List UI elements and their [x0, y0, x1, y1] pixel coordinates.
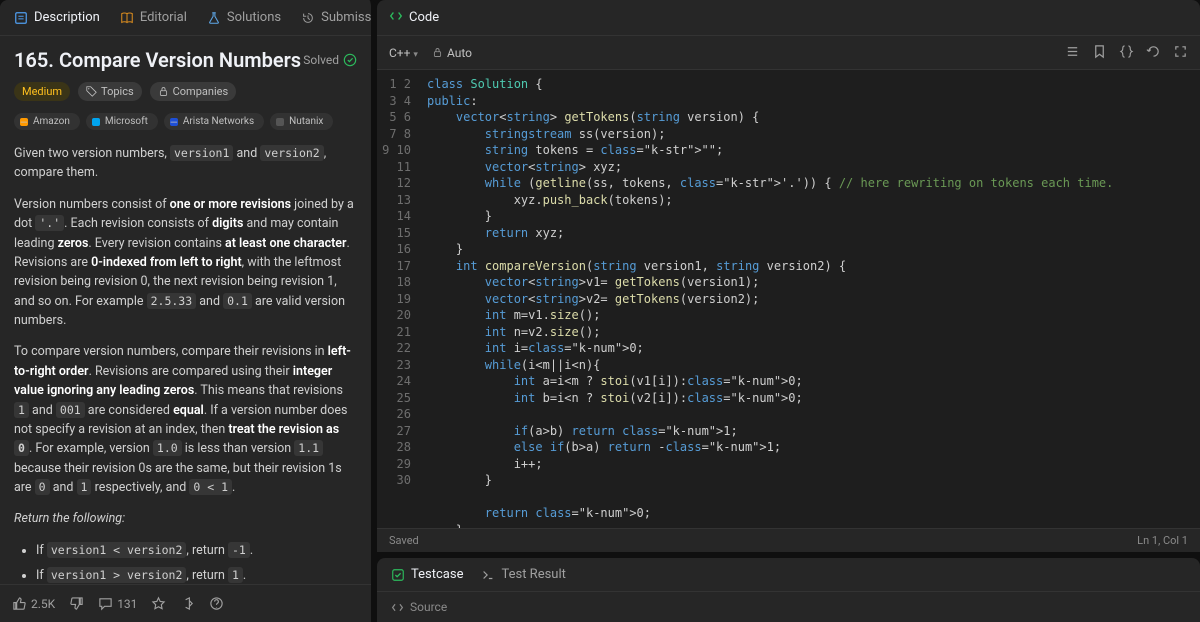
thumbs-up-icon [12, 596, 27, 611]
tab-solutions[interactable]: Solutions [199, 4, 289, 31]
help-button[interactable] [209, 596, 224, 611]
difficulty-badge: Medium [14, 82, 70, 101]
problem-panel: Description Editorial Solutions Submissi… [0, 0, 377, 622]
company-chip[interactable]: —Amazon [14, 113, 80, 130]
dislike-button[interactable] [69, 596, 84, 611]
language-selector[interactable]: C++ ▾ [389, 46, 418, 60]
code-area[interactable]: class Solution { public: vector<string> … [421, 70, 1113, 528]
topics-badge[interactable]: Topics [78, 82, 142, 101]
lock-icon [432, 47, 443, 58]
like-button[interactable]: 2.5K [12, 596, 55, 611]
tab-testcase[interactable]: Testcase [391, 567, 463, 582]
comments-button[interactable]: 131 [98, 596, 137, 611]
description-icon [14, 11, 28, 25]
saved-label: Saved [389, 534, 419, 547]
code-icon [391, 601, 404, 614]
tab-solutions-label: Solutions [227, 10, 281, 25]
problem-footer: 2.5K 131 [0, 584, 371, 622]
share-icon [180, 596, 195, 611]
description-list-item: If version1 < version2, return -1. [36, 541, 357, 560]
bookmark-icon [1092, 44, 1107, 59]
code-icon [389, 9, 403, 27]
star-button[interactable] [151, 596, 166, 611]
terminal-icon [481, 568, 495, 582]
fullscreen-button[interactable] [1173, 44, 1188, 62]
bottom-panel: Testcase Test Result Source [377, 558, 1200, 622]
question-icon [209, 596, 224, 611]
lock-icon [158, 86, 169, 97]
check-square-icon [391, 568, 405, 582]
source-row[interactable]: Source [377, 592, 1200, 622]
code-header: Code [377, 0, 1200, 36]
company-chip[interactable]: —Arista Networks [164, 113, 264, 130]
left-tabs: Description Editorial Solutions Submissi… [0, 0, 371, 36]
tab-submissions[interactable]: Submissions [293, 4, 377, 31]
editor-toolbar: C++ ▾ Auto [377, 36, 1200, 70]
check-circle-icon [343, 53, 357, 67]
like-count: 2.5K [31, 597, 55, 611]
book-icon [120, 11, 134, 25]
star-icon [151, 596, 166, 611]
chat-icon [98, 596, 113, 611]
comment-count: 131 [117, 597, 137, 611]
company-chip[interactable]: Microsoft [86, 113, 158, 130]
tab-description-label: Description [34, 10, 100, 25]
bookmark-button[interactable] [1092, 44, 1107, 62]
description-paragraph: To compare version numbers, compare thei… [14, 342, 357, 497]
thumbs-down-icon [69, 596, 84, 611]
flask-icon [207, 11, 221, 25]
tab-description[interactable]: Description [6, 4, 108, 31]
company-chips: —Amazon Microsoft —Arista Networks Nutan… [14, 113, 357, 130]
tab-submissions-label: Submissions [321, 10, 377, 25]
description-paragraph: Version numbers consist of one or more r… [14, 195, 357, 331]
auto-toggle[interactable]: Auto [432, 46, 472, 60]
description-paragraph: Given two version numbers, version1 and … [14, 144, 357, 183]
share-button[interactable] [180, 596, 195, 611]
braces-button[interactable] [1119, 44, 1134, 62]
cursor-position: Ln 1, Col 1 [1137, 534, 1188, 547]
editor-statusbar: Saved Ln 1, Col 1 [377, 528, 1200, 552]
problem-description: 165. Compare Version Numbers Solved Medi… [0, 36, 371, 584]
reset-icon [1146, 44, 1161, 59]
description-list-item: If version1 > version2, return 1. [36, 566, 357, 584]
companies-badge[interactable]: Companies [150, 82, 237, 101]
code-panel: Code C++ ▾ Auto 1 2 3 4 5 6 7 8 9 10 11 … [377, 0, 1200, 622]
company-chip[interactable]: Nutanix [270, 113, 333, 130]
tag-icon [86, 86, 97, 97]
line-gutter: 1 2 3 4 5 6 7 8 9 10 11 12 13 14 15 16 1… [377, 70, 421, 528]
tab-editorial[interactable]: Editorial [112, 4, 195, 31]
solved-indicator: Solved [303, 53, 357, 67]
braces-icon [1119, 44, 1134, 59]
fullscreen-icon [1173, 44, 1188, 59]
list-icon [1065, 44, 1080, 59]
format-button[interactable] [1065, 44, 1080, 62]
description-paragraph: Return the following: [14, 509, 357, 528]
code-editor[interactable]: 1 2 3 4 5 6 7 8 9 10 11 12 13 14 15 16 1… [377, 70, 1200, 528]
code-header-label: Code [409, 10, 439, 25]
history-icon [301, 11, 315, 25]
reset-button[interactable] [1146, 44, 1161, 62]
tab-testresult[interactable]: Test Result [481, 567, 565, 582]
problem-title: 165. Compare Version Numbers [14, 48, 301, 72]
tab-editorial-label: Editorial [140, 10, 187, 25]
